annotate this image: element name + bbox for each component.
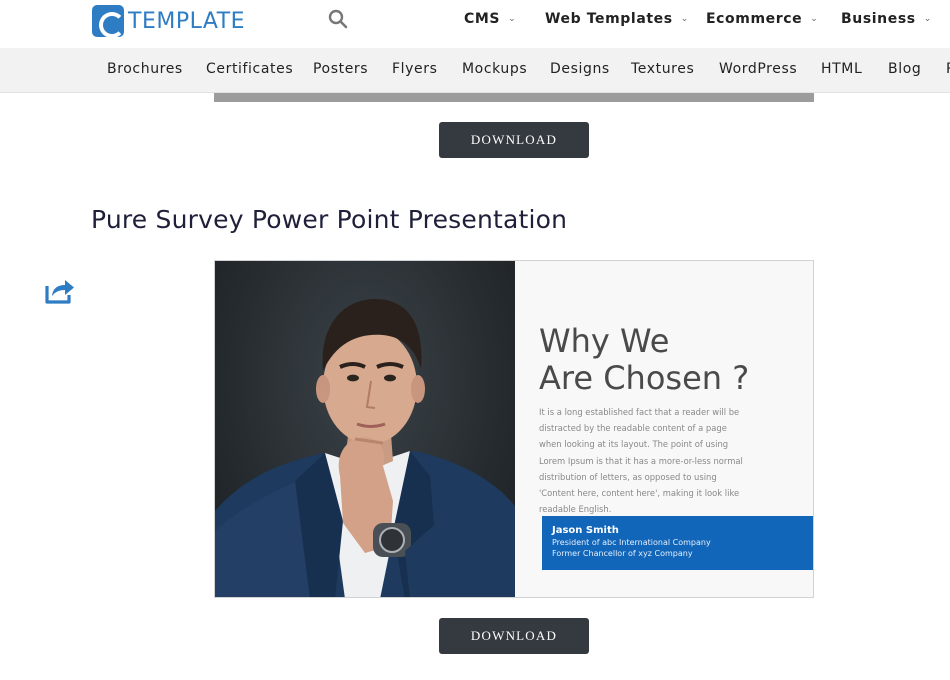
nav-cms-label: CMS xyxy=(464,11,501,27)
nav-business-label: Business xyxy=(841,11,916,27)
subnav-textures[interactable]: Textures xyxy=(631,61,694,77)
subnav-overflow-item[interactable]: P xyxy=(946,61,950,77)
card-line-2: Former Chancellor of xyz Company xyxy=(552,549,693,558)
slide-heading: Why We Are Chosen ? xyxy=(539,322,750,397)
nav-web-templates-label: Web Templates xyxy=(545,11,673,27)
subnav-flyers[interactable]: Flyers xyxy=(392,61,438,77)
site-header: TEMPLATE CMS ⌄ Web Templates ⌄ Ecommerce ⌄ … xyxy=(0,0,950,48)
category-subnav: Brochures Certificates Posters Flyers Mo… xyxy=(0,48,950,93)
nav-web-templates[interactable]: Web Templates ⌄ xyxy=(545,11,689,27)
subnav-brochures[interactable]: Brochures xyxy=(107,61,183,77)
subnav-wordpress[interactable]: WordPress xyxy=(719,61,797,77)
nav-ecommerce-label: Ecommerce xyxy=(706,11,803,27)
download-button-previous[interactable]: DOWNLOAD xyxy=(439,122,589,158)
chevron-down-icon: ⌄ xyxy=(923,14,932,24)
previous-preview-image[interactable] xyxy=(214,93,814,102)
logo-text: TEMPLATE xyxy=(128,8,246,34)
site-logo[interactable]: TEMPLATE xyxy=(92,4,245,38)
card-name: Jason Smith xyxy=(552,525,619,536)
portrait-illustration xyxy=(215,299,515,597)
subnav-blog[interactable]: Blog xyxy=(888,61,921,77)
subnav-html[interactable]: HTML xyxy=(821,61,862,77)
search-icon[interactable] xyxy=(328,9,348,29)
subnav-posters[interactable]: Posters xyxy=(313,61,368,77)
nav-ecommerce[interactable]: Ecommerce ⌄ xyxy=(706,11,818,27)
subnav-certificates[interactable]: Certificates xyxy=(206,61,293,77)
section-title: Pure Survey Power Point Presentation xyxy=(91,205,568,234)
presenter-photo xyxy=(215,261,515,597)
card-line-1: President of abc International Company xyxy=(552,538,711,547)
slide-name-card: Jason Smith President of abc Internation… xyxy=(542,516,813,570)
share-icon[interactable] xyxy=(44,277,76,305)
logo-badge-icon xyxy=(92,5,125,38)
subnav-designs[interactable]: Designs xyxy=(550,61,610,77)
template-preview[interactable]: Why We Are Chosen ? It is a long establi… xyxy=(214,260,814,598)
nav-cms[interactable]: CMS ⌄ xyxy=(464,11,516,27)
slide-body-text: It is a long established fact that a rea… xyxy=(539,407,743,515)
chevron-down-icon: ⌄ xyxy=(810,14,819,24)
subnav-mockups[interactable]: Mockups xyxy=(462,61,527,77)
download-button[interactable]: DOWNLOAD xyxy=(439,618,589,654)
chevron-down-icon: ⌄ xyxy=(508,14,517,24)
chevron-down-icon: ⌄ xyxy=(680,14,689,24)
nav-business[interactable]: Business ⌄ xyxy=(841,11,932,27)
